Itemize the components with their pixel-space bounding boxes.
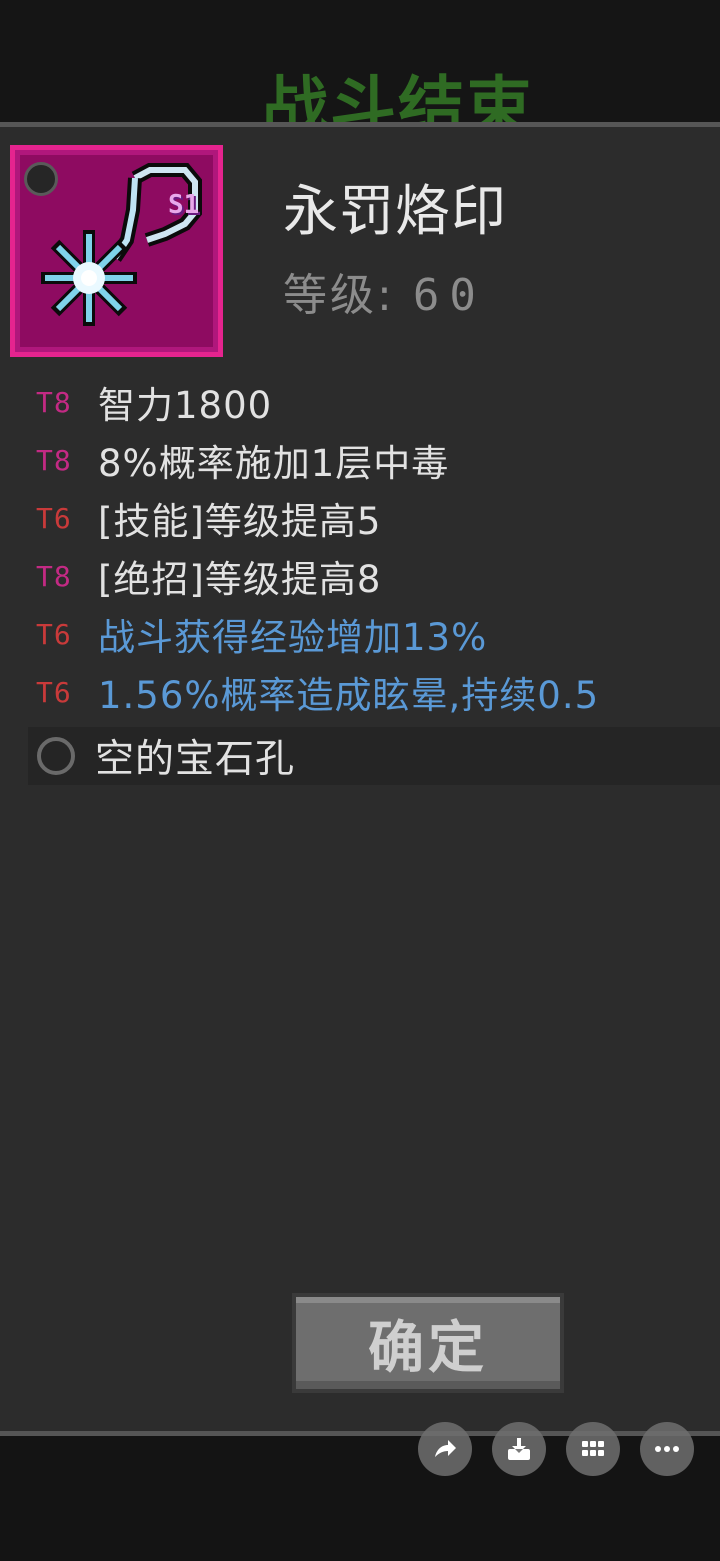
grid-button[interactable] [566, 1422, 620, 1476]
socket-indicator-icon [24, 162, 58, 196]
season-badge: S1 [168, 190, 200, 220]
share-button[interactable] [418, 1422, 472, 1476]
affix-text: 战斗获得经验增加13% [98, 616, 488, 659]
more-icon [655, 1446, 679, 1452]
level-label: 等级: [283, 270, 395, 321]
level-value: 60 [412, 270, 486, 321]
empty-socket-icon [37, 737, 75, 775]
affix-row: T8 智力1800 [36, 373, 720, 431]
more-button[interactable] [640, 1422, 694, 1476]
affix-list: T8 智力1800 T8 8%概率施加1层中毒 T6 [技能]等级提高5 T8 … [36, 373, 720, 721]
grid-icon [582, 1441, 604, 1456]
battle-end-title: 战斗结束 [262, 69, 534, 122]
confirm-button[interactable]: 确定 [292, 1293, 564, 1393]
share-icon [435, 1440, 456, 1457]
affix-row: T6 [技能]等级提高5 [36, 489, 720, 547]
affix-tier: T6 [36, 675, 72, 709]
download-icon [508, 1438, 530, 1460]
affix-text: [技能]等级提高5 [98, 500, 382, 543]
affix-text: 8%概率施加1层中毒 [98, 442, 450, 485]
affix-tier: T6 [36, 501, 72, 535]
confirm-label: 确定 [368, 1315, 488, 1381]
affix-text: [绝招]等级提高8 [98, 558, 382, 601]
affix-row: T8 8%概率施加1层中毒 [36, 431, 720, 489]
affix-tier: T8 [36, 385, 72, 419]
affix-text: 1.56%概率造成眩晕,持续0.5 [98, 674, 600, 717]
item-name: 永罚烙印 [283, 179, 508, 243]
gem-slot-label: 空的宝石孔 [95, 737, 296, 782]
affix-row: T8 [绝招]等级提高8 [36, 547, 720, 605]
affix-row: T6 战斗获得经验增加13% [36, 605, 720, 663]
affix-tier: T8 [36, 559, 72, 593]
download-button[interactable] [492, 1422, 546, 1476]
affix-tier: T8 [36, 443, 72, 477]
item-level: 等级: 60 [283, 268, 486, 324]
affix-text: 智力1800 [98, 384, 273, 427]
affix-row: T6 1.56%概率造成眩晕,持续0.5 [36, 663, 720, 721]
gem-socket-slot: 空的宝石孔 [28, 727, 720, 785]
affix-tier: T6 [36, 617, 72, 651]
